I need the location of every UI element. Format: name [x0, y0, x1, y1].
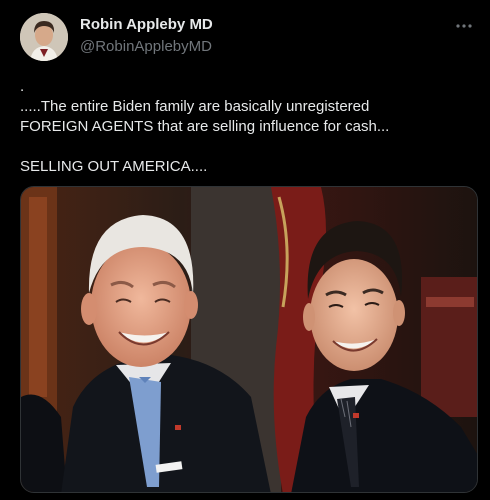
- tweet-text-line: FOREIGN AGENTS that are selling influenc…: [20, 118, 390, 135]
- author-avatar[interactable]: [20, 13, 68, 61]
- tweet-text-line: [20, 137, 476, 157]
- tweet[interactable]: Robin Appleby MD @RobinApplebyMD . .....…: [0, 0, 490, 500]
- tweet-media-photo[interactable]: [20, 186, 478, 493]
- tweet-text: . .....The entire Biden family are basic…: [20, 77, 476, 177]
- avatar-photo: [20, 13, 68, 61]
- more-horizontal-icon: [456, 24, 472, 28]
- more-options-button[interactable]: [452, 16, 476, 36]
- author-display-name[interactable]: Robin Appleby MD: [80, 16, 213, 33]
- photo-image: [21, 187, 477, 492]
- tweet-text-line: .: [20, 78, 25, 95]
- tweet-text-line: SELLING OUT AMERICA....: [20, 158, 208, 175]
- tweet-text-line: .....The entire Biden family are basical…: [20, 98, 370, 115]
- author-handle[interactable]: @RobinApplebyMD: [80, 38, 212, 55]
